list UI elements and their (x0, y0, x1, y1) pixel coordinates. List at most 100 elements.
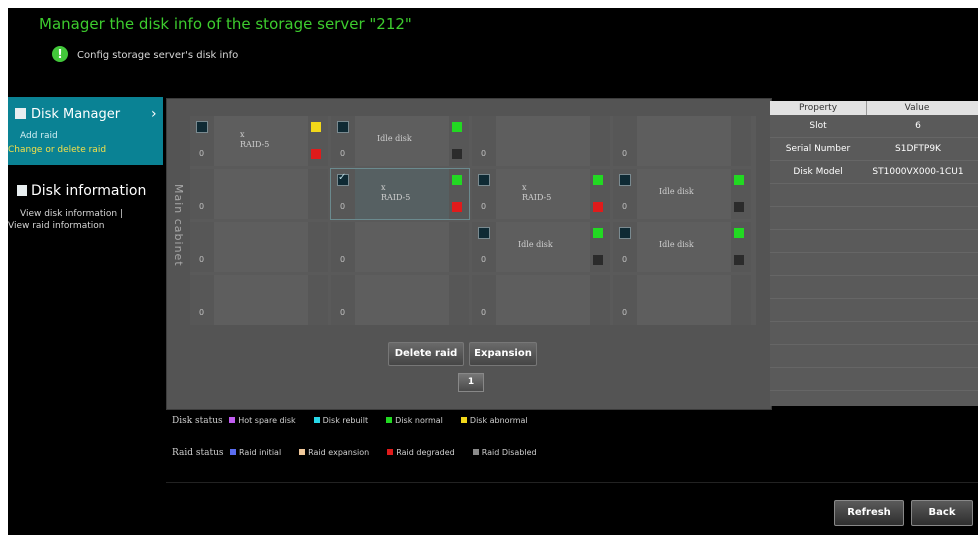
col-value-header: Value (904, 103, 930, 113)
slot-number: 0 (481, 308, 487, 317)
slot-number: 0 (340, 308, 346, 317)
slot-number: 0 (340, 149, 346, 158)
slot-number: 0 (340, 202, 346, 211)
slot-checkbox[interactable] (619, 174, 631, 186)
slot-number: 0 (622, 149, 628, 158)
legend-label: Raid expansion (308, 448, 370, 457)
slot-strip (190, 222, 214, 272)
slot-strip (613, 275, 637, 325)
raid-status-legend: Raid status Raid initial Raid expansion Ra… (172, 448, 555, 458)
slot-number: 0 (481, 149, 487, 158)
slot-label: x RAID-5 (381, 183, 411, 202)
disk-slot[interactable]: 0 (472, 116, 610, 166)
disk-slot[interactable]: 0 Idle disk (613, 222, 751, 272)
slot-strip (331, 222, 355, 272)
legend-item: Disk rebuilt (313, 416, 369, 425)
slot-label: Idle disk (659, 240, 694, 249)
property-row-empty (770, 345, 978, 368)
slot-label: Idle disk (659, 187, 694, 196)
sidebar-section-disk-manager: Disk Manager › Add raid Change or delete… (8, 97, 163, 165)
disk-manager-icon (15, 108, 26, 119)
raid-status-indicator (452, 149, 462, 159)
legend-item: Disk abnormal (460, 416, 528, 425)
raid-status-indicator (593, 255, 603, 265)
disk-status-indicator (734, 175, 744, 185)
slot-checkbox[interactable] (337, 121, 349, 133)
property-row-empty (770, 253, 978, 276)
disk-slot[interactable]: 0 Idle disk (613, 169, 751, 219)
slot-checkbox[interactable] (619, 227, 631, 239)
slot-strip (472, 116, 496, 166)
slot-strip-right (308, 275, 328, 325)
legend-label: Raid initial (239, 448, 282, 457)
disk-status-legend: Disk status Hot spare disk Disk rebuilt Di… (172, 416, 546, 426)
slot-label: x RAID-5 (522, 183, 552, 202)
footer-divider (166, 482, 978, 483)
property-table: Property Value Slot 6 Serial Number S1DFTP9… (770, 101, 978, 406)
slot-checkbox[interactable] (196, 121, 208, 133)
property-row-empty (770, 299, 978, 322)
slot-strip-right (308, 222, 328, 272)
slot-strip (472, 275, 496, 325)
disk-slot[interactable]: 0 (472, 275, 610, 325)
sidebar-link-view-disk-info[interactable]: View disk information | (20, 209, 123, 219)
legend-swatch (299, 449, 306, 455)
disk-slot[interactable]: 0 Idle disk (472, 222, 610, 272)
page-1-button[interactable]: 1 (458, 373, 484, 392)
disk-slot[interactable]: 0 xRAID-5 (472, 169, 610, 219)
expansion-button[interactable]: Expansion (469, 342, 537, 366)
slot-label: Idle disk (518, 240, 553, 249)
disk-slot[interactable]: 0 xRAID-5 (330, 168, 470, 220)
disk-slot[interactable]: 0 (613, 116, 751, 166)
sidebar-item-disk-manager[interactable]: Disk Manager (15, 107, 120, 122)
back-button[interactable]: Back (911, 500, 973, 526)
legend-label: Raid Disabled (481, 448, 537, 457)
disk-slot[interactable]: 0 Idle disk (331, 116, 469, 166)
property-key: Disk Model (793, 167, 843, 177)
slot-checkbox[interactable] (337, 172, 349, 186)
property-row: Slot 6 (770, 115, 978, 138)
slot-number: 0 (481, 255, 487, 264)
property-key: Serial Number (785, 144, 851, 154)
slot-checkbox[interactable] (478, 227, 490, 239)
slot-strip-right (731, 116, 751, 166)
legend-label: Disk rebuilt (322, 416, 369, 425)
disk-status-indicator (593, 175, 603, 185)
legend-item: Hot spare disk (229, 416, 296, 425)
disk-status-indicator (452, 122, 462, 132)
legend-swatch (229, 417, 236, 423)
disk-slot[interactable]: 0 xRAID-5 (190, 116, 328, 166)
disk-status-indicator (734, 228, 744, 238)
sidebar-link-change-delete-raid[interactable]: Change or delete raid (8, 145, 106, 155)
property-row-empty (770, 322, 978, 345)
slot-number: 0 (622, 308, 628, 317)
disk-slot[interactable]: 0 (331, 275, 469, 325)
slot-number: 0 (199, 149, 205, 158)
raid-status-indicator (452, 202, 462, 212)
info-balloon-icon: ! (52, 46, 68, 62)
slot-number: 0 (622, 255, 628, 264)
disk-slot[interactable]: 0 (190, 222, 328, 272)
slot-number: 0 (199, 308, 205, 317)
app-window: Manager the disk info of the storage ser… (8, 8, 978, 535)
raid-status-title: Raid status (172, 448, 224, 458)
disk-slot[interactable]: 0 (331, 222, 469, 272)
slot-label: Idle disk (377, 134, 412, 143)
property-table-header: Property Value (770, 101, 978, 115)
disk-status-title: Disk status (172, 416, 223, 426)
legend-swatch (472, 449, 479, 455)
page-title: Manager the disk info of the storage ser… (39, 15, 412, 33)
disk-slot[interactable]: 0 (190, 169, 328, 219)
legend-swatch (230, 449, 237, 455)
slot-strip-right (449, 222, 469, 272)
sidebar-link-view-raid-info[interactable]: View raid information (8, 221, 104, 231)
disk-slot[interactable]: 0 (190, 275, 328, 325)
delete-raid-button[interactable]: Delete raid (388, 342, 464, 366)
disk-slot[interactable]: 0 (613, 275, 751, 325)
sidebar-item-disk-information[interactable]: Disk information (17, 183, 146, 199)
sidebar-link-add-raid[interactable]: Add raid (20, 131, 58, 141)
property-row-empty (770, 230, 978, 253)
refresh-button[interactable]: Refresh (834, 500, 904, 526)
col-property-header: Property (770, 101, 867, 115)
slot-checkbox[interactable] (478, 174, 490, 186)
